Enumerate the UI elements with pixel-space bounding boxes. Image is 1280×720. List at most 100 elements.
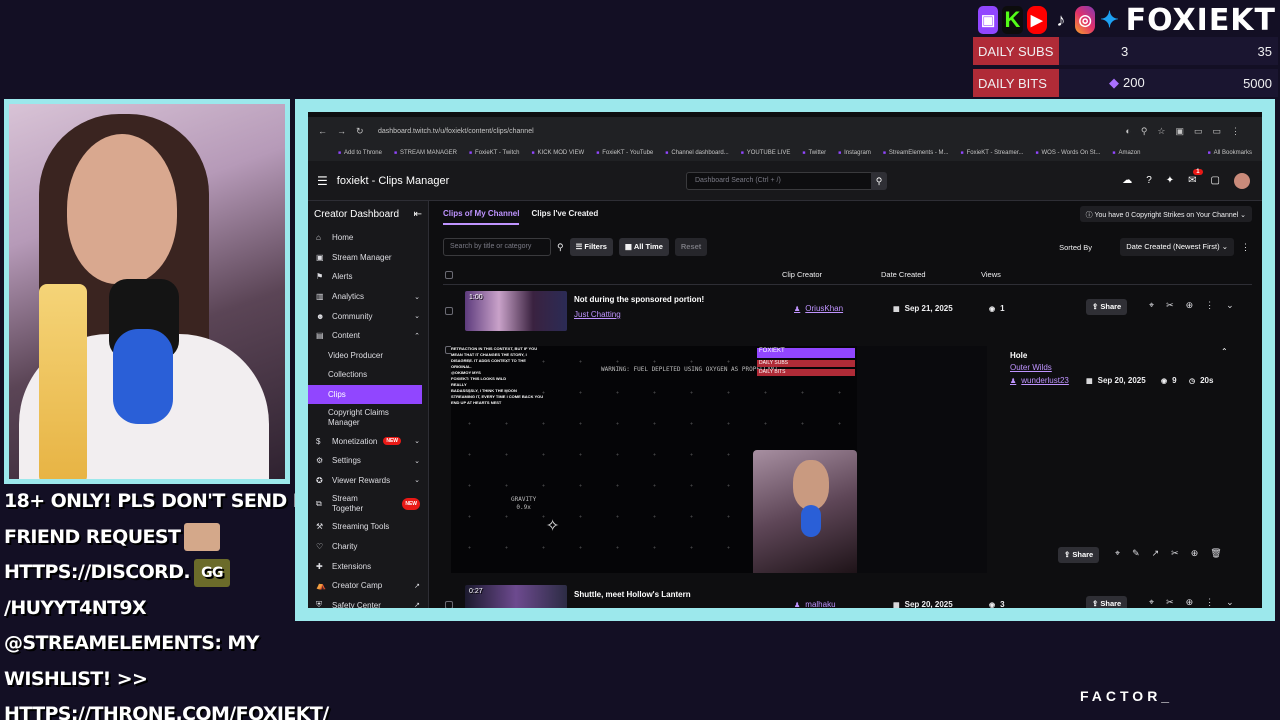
sidebar-item-stream-together[interactable]: ⧉ Stream Together NEW — [308, 490, 428, 517]
more-options-icon[interactable]: ⋮ — [1205, 300, 1214, 311]
bookmark-item[interactable]: StreamElements - M... — [883, 150, 949, 156]
community-icon: ☻ — [316, 311, 325, 321]
copyright-strikes-dropdown[interactable]: ⓘ You have 0 Copyright Strikes on Your C… — [1079, 206, 1252, 222]
sidebar-item-stream-manager[interactable]: ▣ Stream Manager — [308, 248, 428, 268]
chevron-up-icon[interactable]: ⌃ — [1221, 347, 1228, 356]
clip-title[interactable]: Shuttle, meet Hollow's Lantern — [574, 590, 691, 599]
collapse-sidebar-icon[interactable]: ⇤ — [414, 209, 422, 220]
scissors-icon[interactable]: ✂ — [1166, 300, 1174, 311]
sort-select[interactable]: Date Created (Newest First) ⌄ — [1120, 238, 1234, 256]
pin-icon[interactable]: ⌖ — [1149, 597, 1154, 608]
all-bookmarks[interactable]: All Bookmarks — [1208, 150, 1252, 156]
bookmark-item[interactable]: FoxieKT - Twitch — [469, 150, 519, 156]
chevron-down-icon[interactable]: ⌄ — [1226, 597, 1234, 608]
search-icon[interactable]: ⚲ — [557, 242, 564, 253]
bookmark-item[interactable]: YOUTUBE LIVE — [741, 150, 791, 156]
menu-icon[interactable]: ☰ — [317, 174, 328, 188]
sidebar-item-community[interactable]: ☻ Community ⌄ — [308, 306, 428, 326]
edit-icon[interactable]: ✎ — [1132, 548, 1140, 559]
tab-clips-of-my-channel[interactable]: Clips of My Channel — [443, 209, 520, 225]
sidebar-item-alerts[interactable]: ⚑ Alerts — [308, 267, 428, 287]
select-all-checkbox[interactable] — [445, 271, 453, 279]
bookmark-item[interactable]: STREAM MANAGER — [394, 150, 457, 156]
webcam-cup — [39, 284, 87, 479]
download-icon[interactable]: ⊕ — [1186, 300, 1194, 311]
share-button[interactable]: Share — [1058, 547, 1100, 563]
clip-video-player[interactable]: RETRACTION IN THIS CONTEXT, BUT IF YOU M… — [451, 346, 987, 573]
bookmark-item[interactable]: Twitter — [802, 150, 826, 156]
sidebar-item-streaming-tools[interactable]: ⚒ Streaming Tools — [308, 517, 428, 537]
download-icon[interactable]: ⊕ — [1186, 597, 1194, 608]
url-field[interactable]: dashboard.twitch.tv/u/foxiekt/content/cl… — [378, 128, 534, 135]
sidebar-item-extensions[interactable]: ✚ Extensions — [308, 556, 428, 576]
more-options-icon[interactable]: ⋮ — [1205, 597, 1214, 608]
row-checkbox[interactable] — [445, 307, 453, 315]
clip-thumbnail[interactable]: 0:27 — [465, 585, 567, 608]
sidebar-item-viewer-rewards[interactable]: ✪ Viewer Rewards ⌄ — [308, 471, 428, 491]
scissors-icon[interactable]: ✂ — [1166, 597, 1174, 608]
sidebar-item-clips[interactable]: Clips — [308, 384, 422, 405]
player-mini-brand: FOXIEKT — [757, 348, 855, 358]
sidebar-item-home[interactable]: ⌂ Home — [308, 228, 428, 248]
pin-icon[interactable]: ⌖ — [1149, 300, 1154, 311]
sidebar-item-content[interactable]: ▤ Content ⌃ — [308, 326, 428, 346]
reset-button[interactable]: Reset — [674, 238, 708, 256]
sidebar-item-copyright[interactable]: Copyright Claims Manager — [308, 404, 408, 431]
row-checkbox[interactable] — [445, 601, 453, 608]
whispers-icon[interactable]: ▢ — [1211, 175, 1220, 186]
external-link-icon[interactable]: ↗ — [1152, 548, 1160, 559]
all-time-button[interactable]: ▦ All Time — [618, 238, 669, 256]
sidebar-item-monetization[interactable]: $ Monetization NEW ⌄ — [308, 431, 428, 451]
search-icon[interactable]: ⚲ — [871, 171, 887, 190]
bookmark-item[interactable]: Add to Throne — [338, 150, 382, 156]
more-options-icon[interactable]: ⋮ — [1241, 242, 1250, 253]
table-row[interactable]: 0:27 Shuttle, meet Hollow's Lantern malh… — [443, 583, 1252, 608]
share-button[interactable]: Share — [1086, 299, 1128, 315]
sidebar-item-safety-center[interactable]: ⛨ Safety Center ↗ — [308, 596, 428, 608]
dashboard-search-input[interactable]: Dashboard Search (Ctrl + /) — [686, 171, 876, 190]
sidebar-item-analytics[interactable]: ▥ Analytics ⌄ — [308, 287, 428, 307]
browser-toolbar-icons[interactable]: ◐⚲☆▣▭▭⋮ — [1125, 126, 1250, 137]
sidebar-item-video-producer[interactable]: Video Producer — [308, 346, 428, 366]
sidebar-item-creator-camp[interactable]: ⛺ Creator Camp ↗ — [308, 576, 428, 596]
clip-creator-link[interactable]: OriusKhan — [794, 304, 843, 313]
chat-line-with-emote: FRIEND REQUEST — [4, 520, 290, 556]
stream-manager-icon: ▣ — [316, 252, 324, 262]
cloud-icon[interactable]: ☁ — [1122, 175, 1132, 186]
clip-category-link[interactable]: Outer Wilds — [1010, 363, 1052, 372]
sparkle-icon[interactable]: ✦ — [1166, 175, 1174, 186]
clip-creator-link[interactable]: malhaku — [794, 600, 835, 608]
clip-title[interactable]: Not during the sponsored portion! — [574, 295, 704, 304]
table-row[interactable]: 1:00 Not during the sponsored portion! J… — [443, 289, 1252, 333]
bookmark-item[interactable]: Instagram — [838, 150, 871, 156]
bookmark-item[interactable]: KICK MOD VIEW — [532, 150, 585, 156]
share-button[interactable]: Share — [1086, 596, 1128, 608]
bookmark-item[interactable]: FoxieKT - YouTube — [596, 150, 653, 156]
scissors-icon[interactable]: ✂ — [1171, 548, 1179, 559]
tab-clips-ive-created[interactable]: Clips I've Created — [531, 209, 598, 225]
clip-search-input[interactable]: Search by title or category — [443, 238, 551, 256]
nav-buttons[interactable]: ←→↻ — [318, 126, 368, 137]
bookmark-item[interactable]: FoxieKT - Streamer... — [961, 150, 1024, 156]
chevron-down-icon[interactable]: ⌄ — [1226, 300, 1234, 311]
clip-creator-link[interactable]: wunderlust23 — [1010, 376, 1069, 385]
notifications-icon[interactable]: ✉ 1 — [1188, 169, 1203, 186]
pin-icon[interactable]: ⌖ — [1115, 548, 1120, 559]
clip-title[interactable]: Hole — [1010, 351, 1027, 360]
download-icon[interactable]: ⊕ — [1191, 548, 1199, 559]
avatar[interactable] — [1234, 172, 1250, 189]
help-icon[interactable]: ? — [1146, 175, 1152, 186]
clip-category-link[interactable]: Just Chatting — [574, 310, 621, 319]
sidebar-title: Creator Dashboard ⇤ — [308, 201, 428, 228]
filters-button[interactable]: ☰ Filters — [569, 238, 613, 256]
bookmark-item[interactable]: WOS - Words On St... — [1035, 150, 1101, 156]
heart-icon: ♡ — [316, 542, 324, 552]
sidebar: Creator Dashboard ⇤ ⌂ Home ▣ Stream Manager… — [308, 201, 429, 608]
trash-icon[interactable]: 🗑 — [1210, 548, 1221, 559]
sidebar-item-charity[interactable]: ♡ Charity — [308, 537, 428, 557]
sidebar-item-collections[interactable]: Collections — [308, 365, 428, 385]
bookmark-item[interactable]: Channel dashboard... — [665, 150, 728, 156]
sidebar-item-settings[interactable]: ⚙ Settings ⌄ — [308, 451, 428, 471]
clip-thumbnail[interactable]: 1:00 — [465, 291, 567, 331]
bookmark-item[interactable]: Amazon — [1112, 150, 1140, 156]
